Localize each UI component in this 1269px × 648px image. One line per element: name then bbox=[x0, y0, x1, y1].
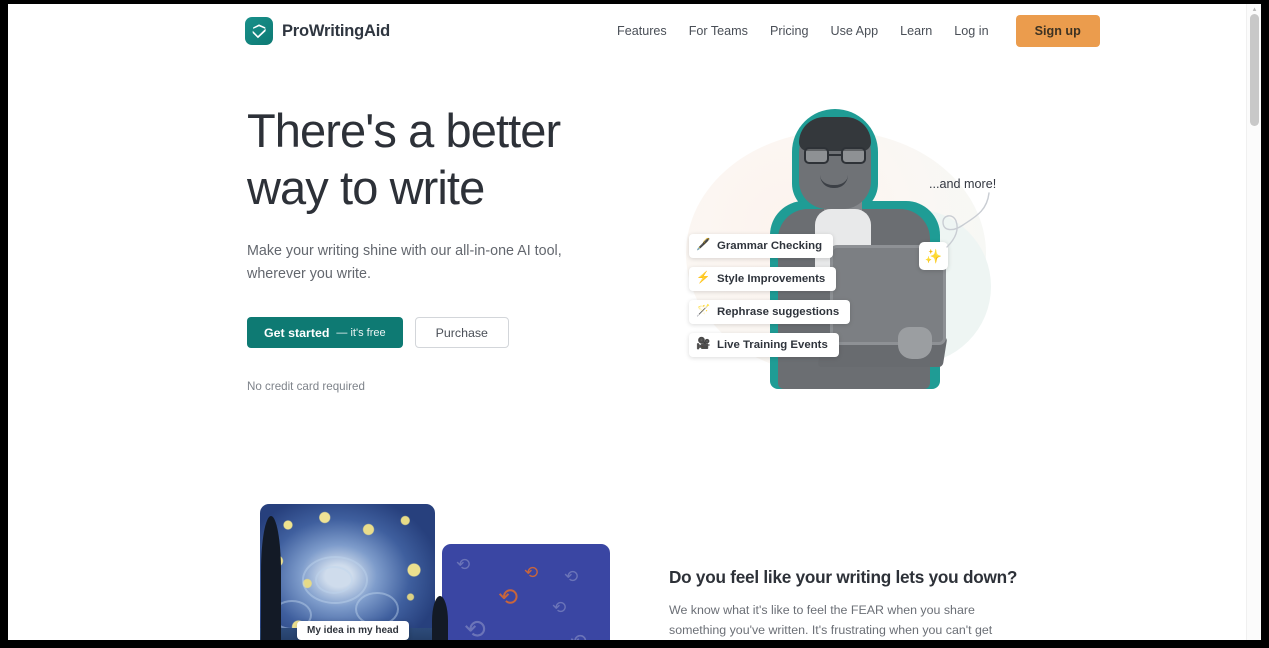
hero-subtitle: Make your writing shine with our all-in-… bbox=[247, 243, 562, 282]
lower-section-title: Do you feel like your writing lets you d… bbox=[669, 567, 1018, 587]
and-more-annotation: ...and more! bbox=[929, 177, 997, 191]
feature-pill-list: 🖋️ Grammar Checking ⚡ Style Improvements… bbox=[689, 234, 851, 357]
feature-pill-label: Style Improvements bbox=[717, 273, 826, 285]
get-started-label: Get started bbox=[264, 325, 330, 340]
prowritingaid-logo-icon bbox=[245, 17, 273, 45]
lower-section: Do you feel like your writing lets you d… bbox=[669, 567, 1018, 640]
glasses-icon bbox=[804, 147, 866, 164]
nav-item-for-teams[interactable]: For Teams bbox=[678, 15, 759, 47]
brand-logo-link[interactable]: ProWritingAid bbox=[245, 17, 390, 45]
feature-pill-live-training-events[interactable]: 🎥 Live Training Events bbox=[689, 333, 839, 357]
site-header: ProWritingAid Features For Teams Pricing… bbox=[8, 4, 1246, 60]
nav-item-features[interactable]: Features bbox=[606, 15, 678, 47]
nav-item-use-app[interactable]: Use App bbox=[819, 15, 889, 47]
magic-wand-icon: 🪄 bbox=[696, 305, 711, 318]
quill-pen-icon: 🖋️ bbox=[696, 239, 711, 252]
no-credit-card-note: No credit card required bbox=[247, 380, 365, 393]
nav-item-log-in[interactable]: Log in bbox=[943, 15, 999, 47]
video-camera-icon: 🎥 bbox=[696, 338, 711, 351]
hero-illustration: ✨ ...and more! 🖋️ Grammar Checking ⚡ Sty… bbox=[676, 99, 1021, 399]
lower-section-body: We know what it's like to feel the FEAR … bbox=[669, 603, 993, 637]
simplified-painting: ⟲ ⟲ ⟲ ⟲ ⟲ ⟲ ⟲ bbox=[442, 544, 610, 640]
page-viewport: ProWritingAid Features For Teams Pricing… bbox=[8, 4, 1261, 640]
feature-pill-grammar-checking[interactable]: 🖋️ Grammar Checking bbox=[689, 234, 834, 258]
feature-pill-label: Rephrase suggestions bbox=[717, 306, 840, 318]
hero-title-line-1: There's a better bbox=[247, 104, 561, 157]
cypress-tree-shape-2 bbox=[432, 596, 448, 640]
brand-name: ProWritingAid bbox=[282, 21, 391, 40]
lightning-bolt-icon: ⚡ bbox=[696, 272, 711, 285]
sign-up-button[interactable]: Sign up bbox=[1015, 15, 1100, 47]
vertical-scrollbar[interactable]: ▴ bbox=[1246, 4, 1261, 640]
nav-item-learn[interactable]: Learn bbox=[889, 15, 943, 47]
hero-title: There's a better way to write bbox=[247, 102, 607, 216]
starry-night-painting bbox=[260, 504, 435, 640]
get-started-button[interactable]: Get started — it's free bbox=[247, 317, 403, 348]
hero-actions: Get started — it's free Purchase bbox=[247, 317, 607, 348]
hero-section: There's a better way to write Make your … bbox=[247, 102, 607, 393]
feature-pill-label: Live Training Events bbox=[717, 339, 828, 351]
feature-pill-rephrase-suggestions[interactable]: 🪄 Rephrase suggestions bbox=[689, 300, 851, 324]
purchase-button[interactable]: Purchase bbox=[414, 317, 509, 348]
feature-pill-style-improvements[interactable]: ⚡ Style Improvements bbox=[689, 267, 837, 291]
hero-title-line-2: way to write bbox=[247, 161, 485, 214]
browser-window: ProWritingAid Features For Teams Pricing… bbox=[0, 0, 1269, 648]
painting-caption: My idea in my head bbox=[297, 621, 409, 640]
feature-pill-label: Grammar Checking bbox=[717, 240, 823, 252]
paintings-illustration: ⟲ ⟲ ⟲ ⟲ ⟲ ⟲ ⟲ My idea i bbox=[260, 504, 610, 640]
page-content: ProWritingAid Features For Teams Pricing… bbox=[8, 4, 1246, 640]
main-nav: Features For Teams Pricing Use App Learn… bbox=[606, 15, 1100, 47]
cypress-tree-shape bbox=[261, 516, 281, 640]
scroll-up-arrow-icon[interactable]: ▴ bbox=[1251, 6, 1258, 13]
curly-arrow-icon bbox=[942, 192, 990, 248]
scrollbar-thumb[interactable] bbox=[1250, 14, 1259, 126]
get-started-suffix: — it's free bbox=[336, 326, 386, 339]
nav-item-pricing[interactable]: Pricing bbox=[759, 15, 820, 47]
